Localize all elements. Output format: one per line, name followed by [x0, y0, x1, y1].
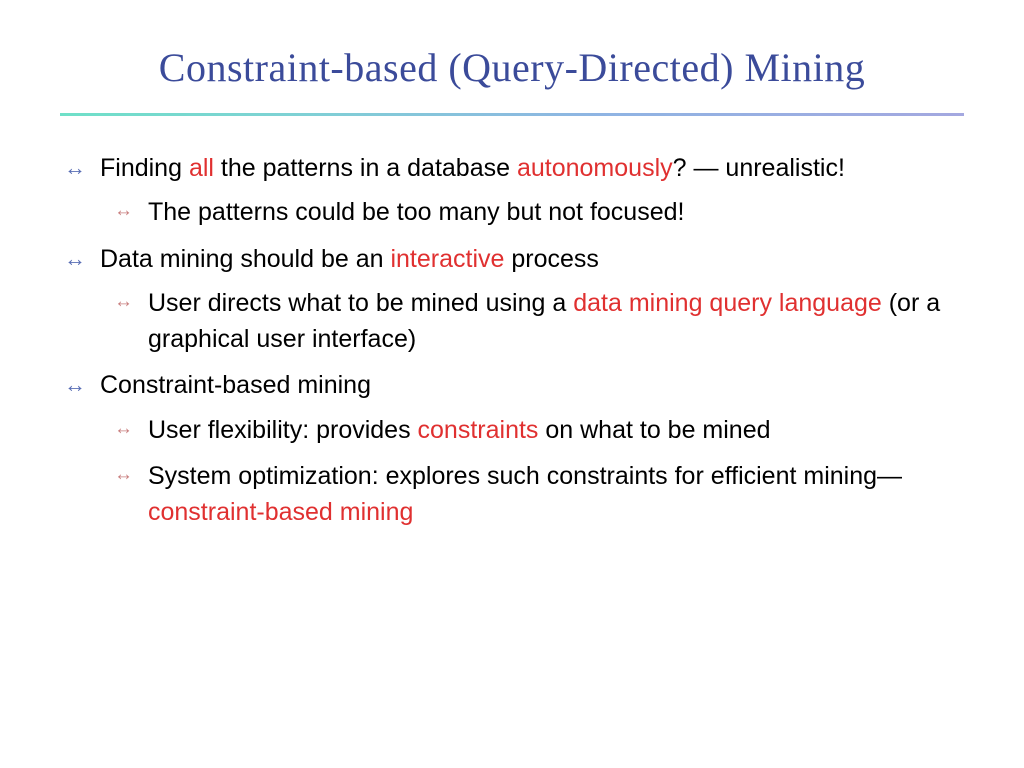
list-item: System optimization: explores such const… [100, 458, 964, 531]
text: Finding [100, 154, 189, 182]
text: User directs what to be mined using a [148, 289, 573, 317]
list-item: User directs what to be mined using a da… [100, 285, 964, 358]
text: System optimization: explores such const… [148, 462, 902, 490]
list-item: User flexibility: provides constraints o… [100, 412, 964, 448]
text: User flexibility: provides [148, 416, 418, 444]
highlight-text: autonomously [517, 154, 673, 182]
title-divider [60, 113, 964, 116]
slide-content: Finding all the patterns in a database a… [60, 150, 964, 530]
list-item: Data mining should be an interactive pro… [60, 241, 964, 358]
highlight-text: constraints [418, 416, 539, 444]
list-item: Finding all the patterns in a database a… [60, 150, 964, 231]
text: Constraint-based mining [100, 371, 371, 399]
text: the patterns in a database [214, 154, 517, 182]
bullet-list-level2: User flexibility: provides constraints o… [100, 412, 964, 531]
slide: Constraint-based (Query-Directed) Mining… [0, 0, 1024, 768]
highlight-text: data mining query language [573, 289, 882, 317]
text: The patterns could be too many but not f… [148, 198, 684, 226]
text: on what to be mined [538, 416, 770, 444]
highlight-text: constraint-based mining [148, 498, 413, 526]
slide-title: Constraint-based (Query-Directed) Mining [60, 44, 964, 91]
highlight-text: all [189, 154, 214, 182]
list-item: Constraint-based mining User flexibility… [60, 367, 964, 530]
bullet-list-level1: Finding all the patterns in a database a… [60, 150, 964, 530]
bullet-list-level2: User directs what to be mined using a da… [100, 285, 964, 358]
bullet-list-level2: The patterns could be too many but not f… [100, 194, 964, 230]
text: process [504, 245, 598, 273]
text: ? — unrealistic! [673, 154, 845, 182]
text: Data mining should be an [100, 245, 390, 273]
highlight-text: interactive [390, 245, 504, 273]
list-item: The patterns could be too many but not f… [100, 194, 964, 230]
